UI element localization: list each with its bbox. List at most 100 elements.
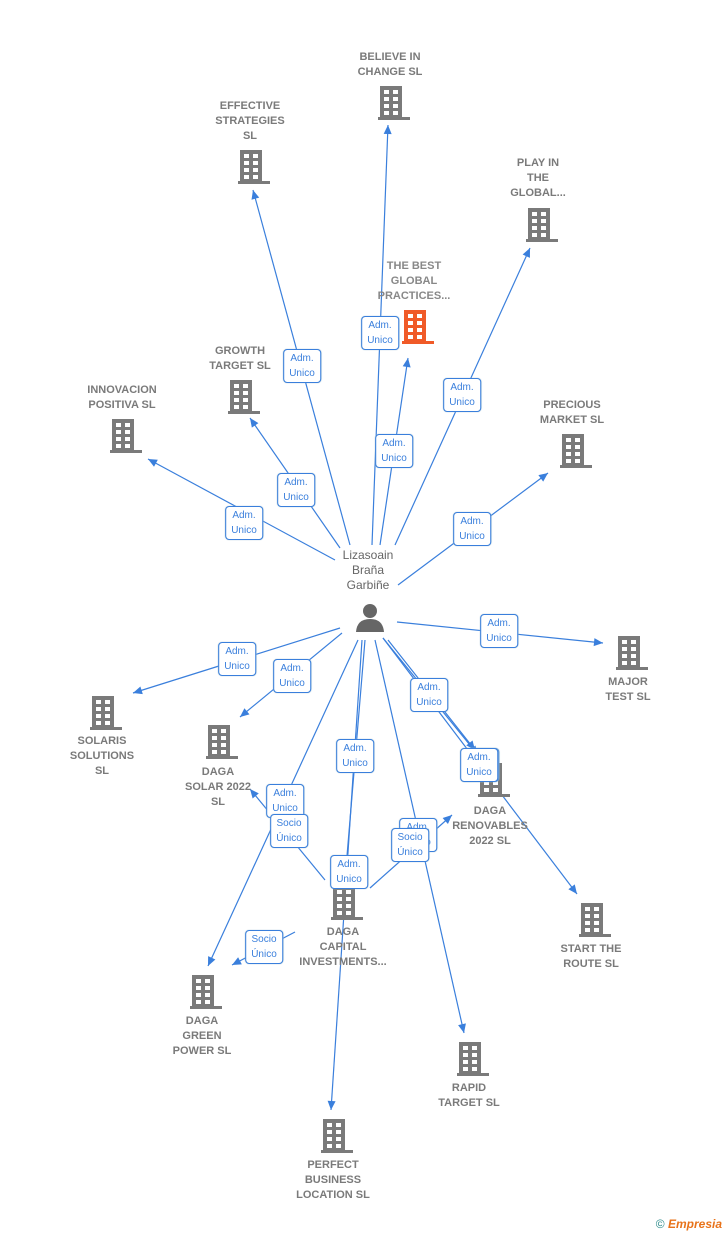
node-label-start[interactable]: START THE ROUTE SL	[561, 942, 622, 972]
arrow-head-icon	[538, 473, 548, 482]
node-label-line: THE	[526, 172, 549, 184]
node-label-line: BUSINESS	[304, 1174, 362, 1186]
edge-role-label[interactable]: Adm. Unico	[273, 659, 311, 693]
node-label-line: STRATEGIES	[215, 115, 285, 127]
building-icon[interactable]	[238, 150, 270, 184]
node-label-rapid[interactable]: RAPID TARGET SL	[438, 1081, 500, 1111]
node-label-dagarenov[interactable]: DAGA RENOVABLES 2022 SL	[452, 804, 528, 849]
edge-role-label[interactable]: Adm. Unico	[453, 512, 491, 546]
edge-role-label[interactable]: Adm. Unico	[225, 506, 263, 540]
node-label-dagasolar[interactable]: DAGA SOLAR 2022 SL	[185, 765, 251, 810]
node-label-solaris[interactable]: SOLARIS SOLUTIONS SL	[70, 734, 134, 779]
node-label-line: SL	[210, 796, 226, 808]
edge-role-label[interactable]: Adm. Unico	[277, 473, 315, 507]
node-label-growth[interactable]: GROWTH TARGET SL	[209, 344, 271, 374]
node-label-line: SOLARIS	[77, 735, 127, 747]
node-label-line: DAGA	[185, 1015, 219, 1027]
edge-role-label[interactable]: Adm. Unico	[480, 614, 518, 648]
node-label-line: RAPID	[451, 1082, 487, 1094]
node-label-line: GLOBAL...	[510, 187, 566, 199]
edge-role-label[interactable]: Adm. Unico	[330, 855, 368, 889]
edge-role-label[interactable]: Adm. Unico	[361, 316, 399, 350]
building-icon[interactable]	[616, 636, 648, 670]
node-label-line: MARKET SL	[539, 414, 605, 426]
edge-role-label[interactable]: Adm. Unico	[336, 739, 374, 773]
node-label-line: DAGA	[473, 805, 507, 817]
node-label-line: BELIEVE IN	[359, 51, 421, 63]
edge-role-label[interactable]: Adm. Unico	[443, 378, 481, 412]
edge-role-label[interactable]: Adm. Unico	[410, 678, 448, 712]
node-label-line: GLOBAL	[390, 275, 438, 287]
building-icon[interactable]	[228, 380, 260, 414]
node-label-line: ROUTE SL	[563, 958, 619, 970]
node-label-perfect[interactable]: PERFECT BUSINESS LOCATION SL	[296, 1158, 370, 1203]
node-label-line: TEST SL	[605, 691, 651, 703]
node-label-line: CHANGE SL	[357, 66, 423, 78]
edge-role-label[interactable]: Adm. Unico	[266, 784, 304, 818]
building-icon[interactable]	[321, 1119, 353, 1153]
node-label-line: MAJOR	[608, 676, 648, 688]
edge-role-label[interactable]: Adm. Unico	[375, 434, 413, 468]
person-icon[interactable]	[356, 604, 384, 632]
edge-role-label[interactable]: Adm. Unico	[283, 349, 321, 383]
node-label-dagagreen[interactable]: DAGA GREEN POWER SL	[173, 1014, 232, 1059]
arrow-head-icon	[250, 789, 259, 799]
arrow-head-icon	[250, 418, 259, 428]
building-icon[interactable]	[110, 419, 142, 453]
building-icon[interactable]	[190, 975, 222, 1009]
building-icon[interactable]	[331, 886, 363, 920]
arrow-head-icon	[458, 1023, 466, 1033]
building-icon[interactable]	[378, 86, 410, 120]
node-label-line: SL	[242, 130, 258, 142]
node-label-line: DAGA	[201, 766, 235, 778]
node-label-line: INVESTMENTS...	[299, 956, 387, 968]
node-label-line: DAGA	[326, 926, 360, 938]
node-label-believe[interactable]: BELIEVE IN CHANGE SL	[358, 50, 423, 80]
node-label-line: CAPITAL	[319, 941, 367, 953]
footer-brand: © Empresia	[655, 1217, 722, 1231]
building-icon[interactable]	[206, 725, 238, 759]
edge-role-label[interactable]: Socio Único	[391, 828, 429, 862]
node-label-line: LOCATION SL	[296, 1189, 370, 1201]
edge-role-label[interactable]: Socio Único	[245, 930, 283, 964]
node-label-line: INNOVACION	[87, 384, 157, 396]
edge-role-label[interactable]: Adm. Unico	[218, 642, 256, 676]
node-label-line: RENOVABLES	[452, 820, 528, 832]
node-label-line: EFFECTIVE	[219, 100, 281, 112]
building-icon[interactable]	[402, 310, 434, 344]
arrow-head-icon	[240, 708, 250, 717]
arrow-head-icon	[251, 190, 260, 200]
node-label-play[interactable]: PLAY IN THE GLOBAL...	[510, 156, 566, 201]
node-label-line: PLAY IN	[516, 157, 560, 169]
building-icon[interactable]	[457, 1042, 489, 1076]
building-icon[interactable]	[579, 903, 611, 937]
arrow-head-icon	[568, 884, 577, 894]
edge-role-label[interactable]: Adm. Unico	[460, 748, 498, 782]
node-label-line: TARGET SL	[209, 360, 271, 372]
center-person-name[interactable]: Lizasoain Braña Garbiñe	[333, 548, 403, 593]
node-label-dagacapital[interactable]: DAGA CAPITAL INVESTMENTS...	[299, 925, 386, 970]
arrow-head-icon	[383, 125, 392, 135]
node-label-effective[interactable]: EFFECTIVE STRATEGIES SL	[215, 99, 284, 144]
building-icon[interactable]	[526, 208, 558, 242]
arrow-head-icon	[593, 638, 603, 647]
building-icon[interactable]	[560, 434, 592, 468]
node-label-line: POSITIVA SL	[88, 399, 156, 411]
node-label-line: SOLAR 2022	[184, 781, 252, 793]
node-label-line: GREEN	[182, 1030, 222, 1042]
node-label-best[interactable]: THE BEST GLOBAL PRACTICES...	[378, 259, 451, 304]
node-label-line: TARGET SL	[438, 1097, 500, 1109]
node-label-line: PRECIOUS	[543, 399, 601, 411]
node-label-line: GROWTH	[214, 345, 266, 357]
node-label-line: SL	[94, 765, 110, 777]
arrow-head-icon	[133, 686, 143, 695]
edge-role-label[interactable]: Socio Único	[270, 814, 308, 848]
network-diagram	[90, 86, 648, 1153]
node-label-precious[interactable]: PRECIOUS MARKET SL	[540, 398, 604, 428]
node-label-innovacion[interactable]: INNOVACION POSITIVA SL	[87, 383, 156, 413]
node-label-major[interactable]: MAJOR TEST SL	[605, 675, 650, 705]
node-label-line: PERFECT	[307, 1159, 359, 1171]
node-label-line: POWER SL	[172, 1045, 232, 1057]
building-icon[interactable]	[90, 696, 122, 730]
node-label-line: 2022 SL	[469, 835, 511, 847]
